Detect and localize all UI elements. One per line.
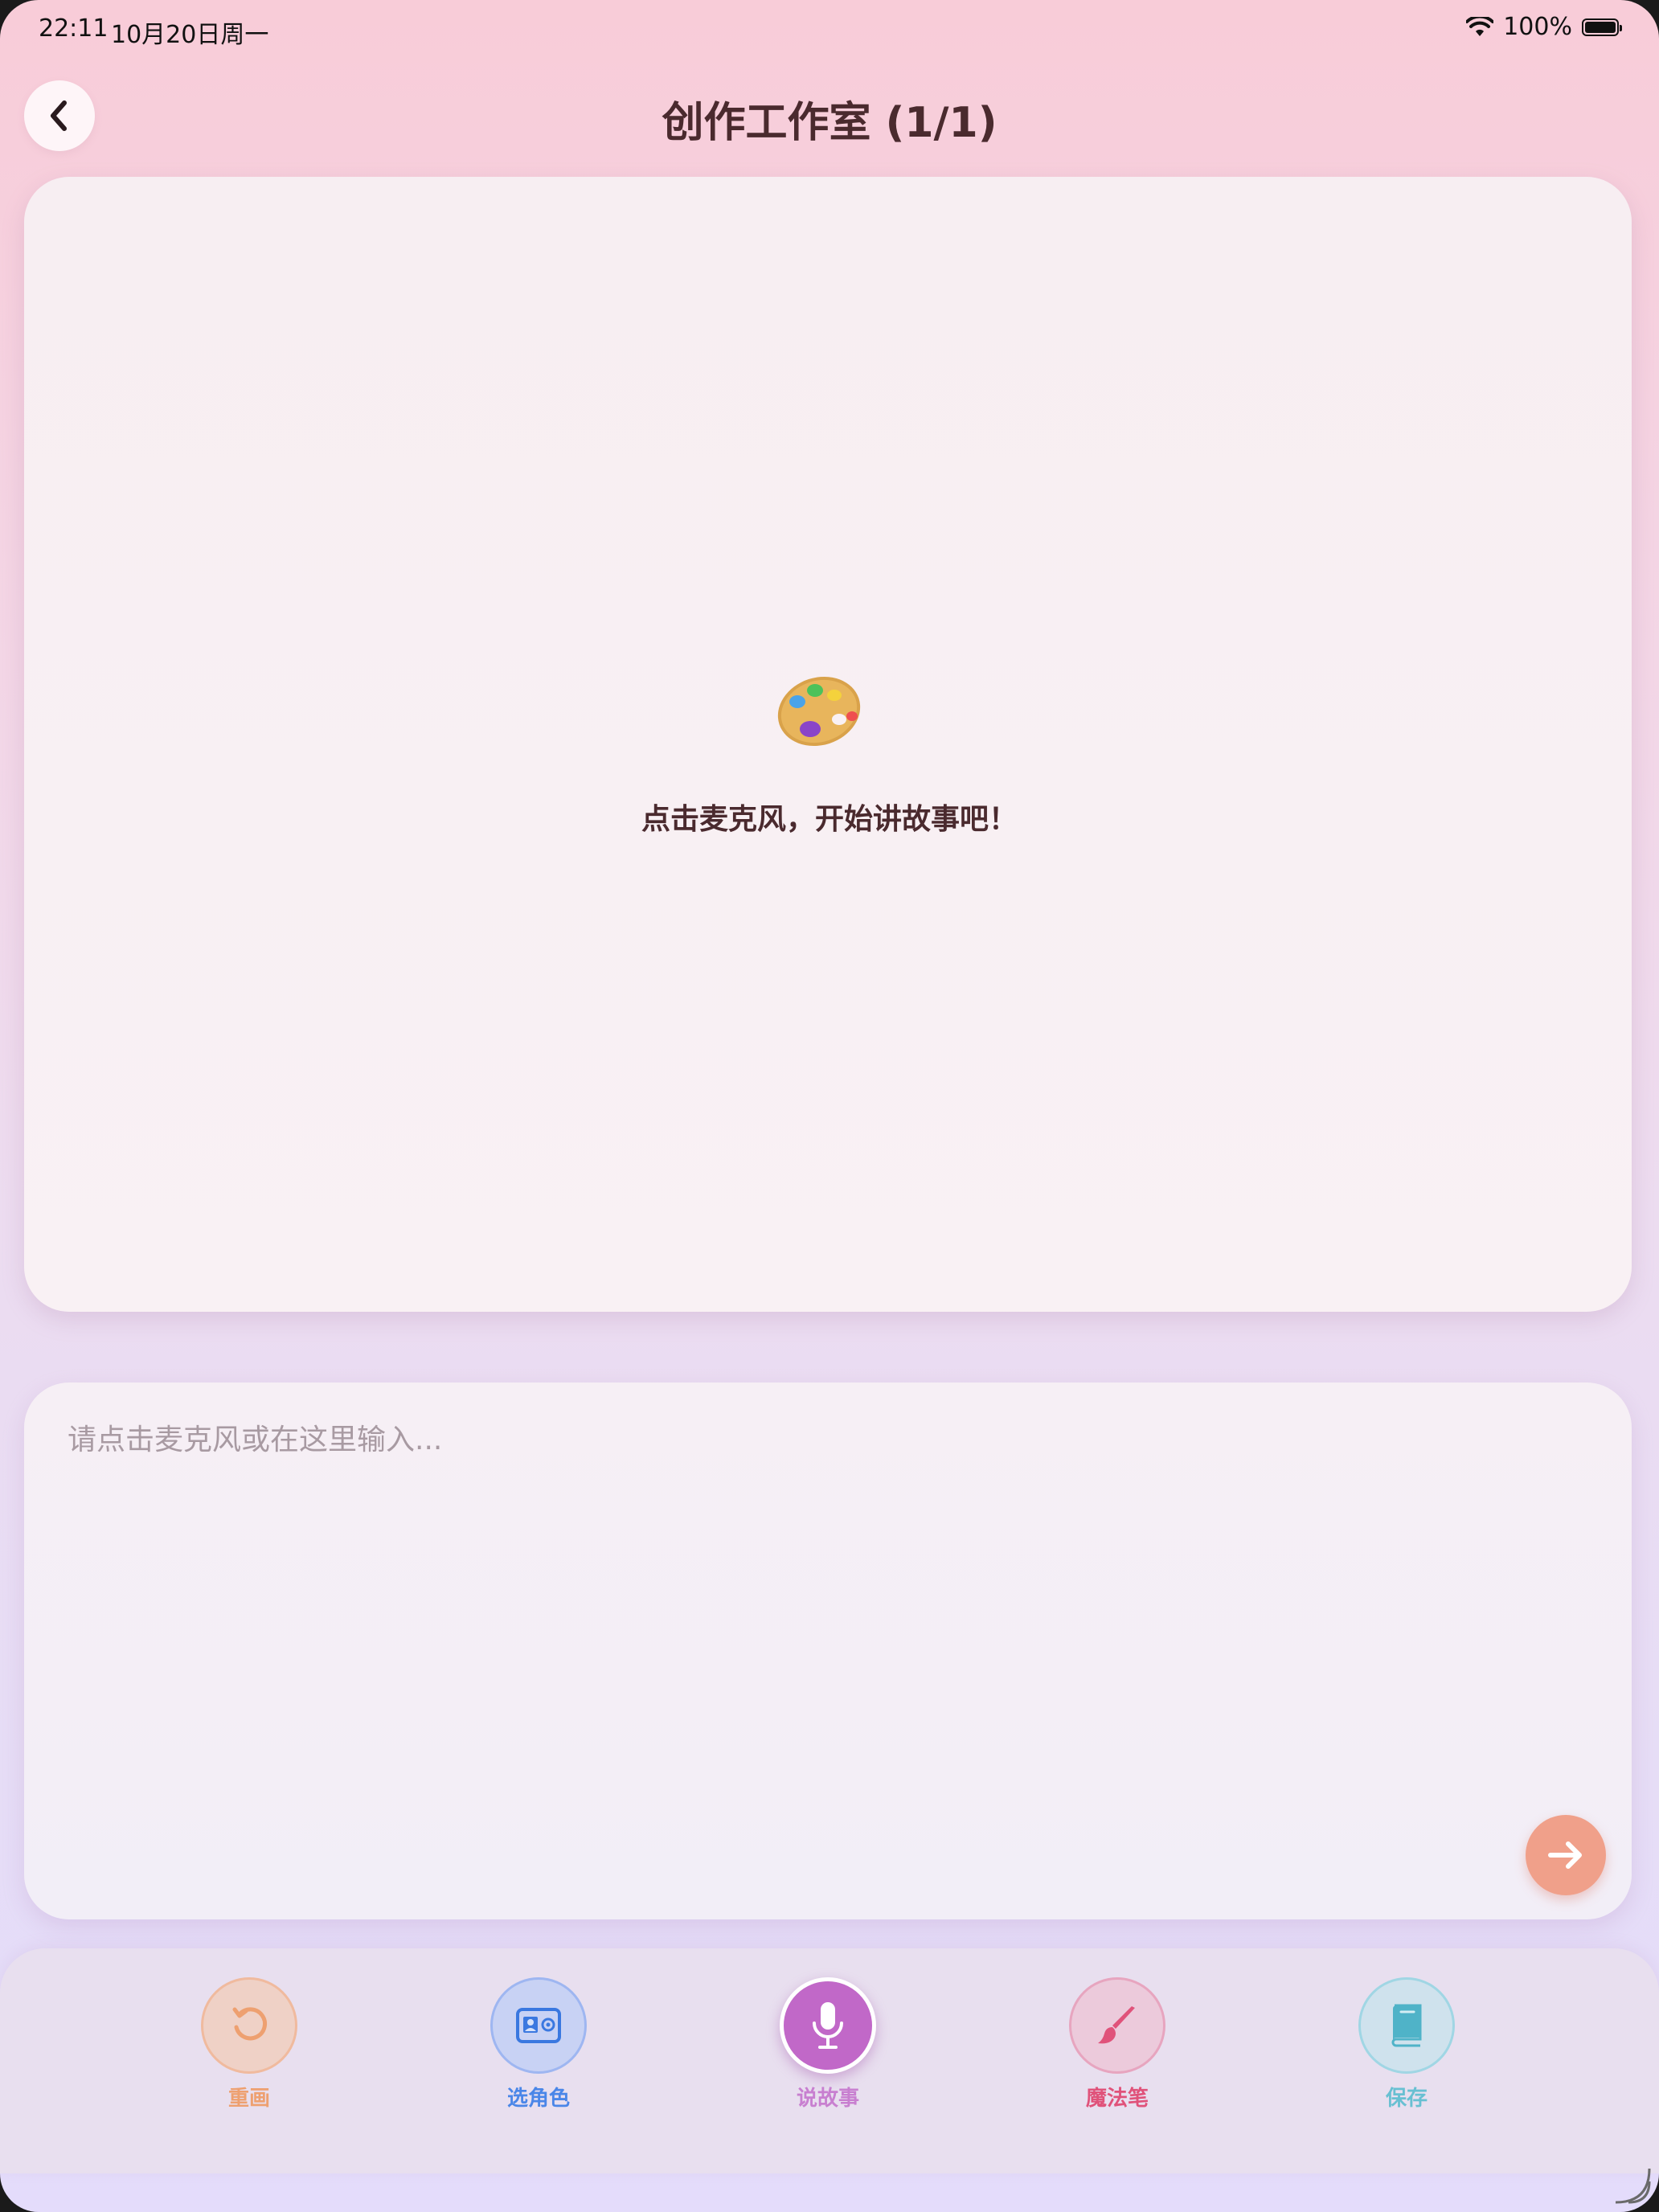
redraw-button[interactable]: 重画 xyxy=(169,1977,330,2112)
tell-story-circle[interactable] xyxy=(780,1977,876,2074)
redraw-circle[interactable] xyxy=(201,1977,297,2074)
story-input[interactable] xyxy=(66,1415,1564,1852)
magic-pen-label: 魔法笔 xyxy=(1085,2087,1149,2111)
choose-character-label: 选角色 xyxy=(506,2087,570,2111)
save-circle[interactable] xyxy=(1358,1977,1455,2074)
send-button[interactable] xyxy=(1526,1815,1606,1895)
battery-percent: 100% xyxy=(1503,13,1572,41)
bottom-toolbar: 重画 选角色 说故事 魔法笔 保存 xyxy=(0,1948,1659,2173)
status-time: 22:11 xyxy=(39,14,109,43)
palette-icon xyxy=(777,676,861,747)
choose-character-button[interactable]: 选角色 xyxy=(458,1977,619,2112)
canvas-hint: 点击麦克风，开始讲故事吧！ xyxy=(641,803,1018,836)
choose-character-circle[interactable] xyxy=(490,1977,587,2074)
tell-story-button[interactable]: 说故事 xyxy=(748,1977,908,2112)
status-indicators: 100% xyxy=(1466,13,1622,41)
paintbrush-icon xyxy=(1098,2006,1135,2044)
resize-corner-icon xyxy=(1615,2168,1651,2204)
magic-pen-circle[interactable] xyxy=(1069,1977,1165,2074)
tell-story-label: 说故事 xyxy=(796,2087,859,2111)
save-button[interactable]: 保存 xyxy=(1326,1977,1487,2112)
wifi-icon xyxy=(1466,16,1494,36)
app-window: 22:11 10月20日周一 100% 创作工作室 (1/1) 点击麦克风，开始… xyxy=(0,0,1659,2212)
undo-icon xyxy=(232,2007,267,2041)
status-date: 10月20日周一 xyxy=(111,21,269,49)
magic-pen-button[interactable]: 魔法笔 xyxy=(1037,1977,1198,2112)
arrow-right-icon xyxy=(1548,1841,1582,1869)
redraw-label: 重画 xyxy=(227,2087,270,2111)
status-bar: 22:11 10月20日周一 100% xyxy=(0,0,1659,58)
save-label: 保存 xyxy=(1385,2087,1428,2111)
book-icon xyxy=(1391,2004,1422,2047)
contact-card-icon xyxy=(516,2008,561,2043)
microphone-icon xyxy=(813,2002,843,2049)
page-title: 创作工作室 (1/1) xyxy=(662,99,997,147)
screen: 22:11 10月20日周一 100% 创作工作室 (1/1) 点击麦克风，开始… xyxy=(0,0,1659,2212)
battery-icon xyxy=(1582,18,1622,36)
story-input-card xyxy=(24,1382,1632,1919)
